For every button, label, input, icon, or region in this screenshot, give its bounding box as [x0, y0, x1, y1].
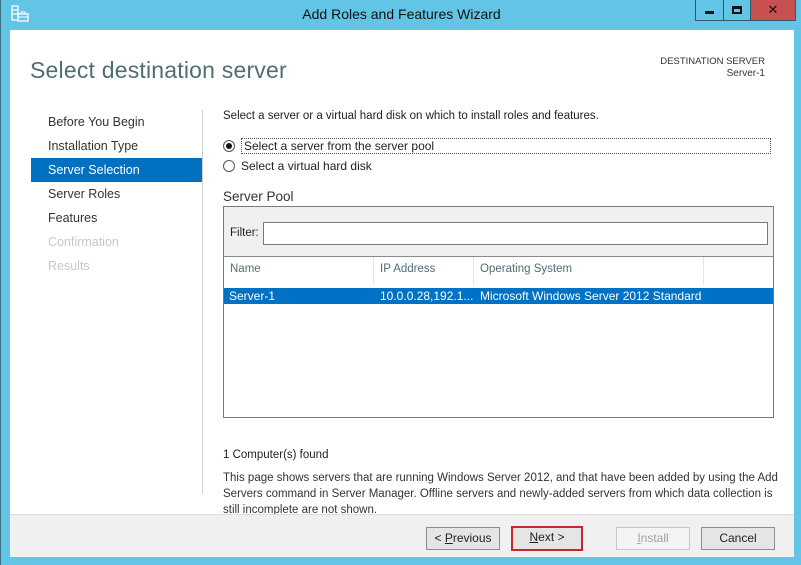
radio-virtual-hard-disk[interactable]	[223, 160, 235, 172]
filter-bar: Filter:	[224, 207, 773, 257]
column-header-empty	[704, 257, 773, 285]
close-icon: ✕	[767, 2, 779, 18]
title-bar[interactable]: Add Roles and Features Wizard ✕	[1, 0, 801, 30]
option-server-pool[interactable]: Select a server from the server pool	[223, 137, 771, 155]
radio-selected-dot	[226, 143, 232, 149]
option-virtual-hard-disk-label[interactable]: Select a virtual hard disk	[241, 159, 372, 173]
computers-found-count: 1 Computer(s) found	[223, 449, 329, 461]
maximize-icon	[732, 6, 742, 14]
previous-prefix: <	[434, 531, 445, 545]
window-title: Add Roles and Features Wizard	[302, 6, 501, 22]
minimize-icon	[705, 10, 714, 14]
previous-mnemonic: P	[444, 531, 453, 545]
cancel-button[interactable]: Cancel	[701, 527, 775, 550]
wizard-nav: Before You Begin Installation Type Serve…	[31, 110, 202, 278]
destination-server-value: Server-1	[726, 68, 765, 79]
nav-item-server-selection[interactable]: Server Selection	[31, 158, 202, 182]
nav-item-confirmation: Confirmation	[48, 235, 119, 249]
page-title: Select destination server	[30, 57, 287, 83]
nav-item-before-you-begin[interactable]: Before You Begin	[31, 110, 202, 134]
option-server-pool-label[interactable]: Select a server from the server pool	[241, 138, 771, 154]
maximize-button[interactable]	[723, 0, 751, 21]
previous-label: revious	[452, 531, 492, 545]
cell-name: Server-1	[229, 289, 276, 303]
next-mnemonic: N	[529, 530, 539, 544]
next-label: ext >	[538, 530, 565, 544]
wizard-body: Select destination server DESTINATION SE…	[10, 30, 794, 557]
next-button[interactable]: Next >	[511, 526, 583, 551]
nav-item-server-roles[interactable]: Server Roles	[31, 182, 202, 206]
grid-header: Name IP Address Operating System	[224, 257, 773, 285]
column-header-ip-address[interactable]: IP Address	[374, 257, 474, 285]
filter-input[interactable]	[263, 222, 768, 245]
previous-button[interactable]: < Previous	[426, 527, 500, 550]
cell-ip-address: 10.0.0.28,192.1...	[380, 289, 474, 303]
nav-item-installation-type[interactable]: Installation Type	[31, 134, 202, 158]
filter-label: Filter:	[230, 227, 259, 239]
intro-text: Select a server or a virtual hard disk o…	[223, 110, 599, 122]
install-button: Install	[616, 527, 690, 550]
table-row[interactable]: Server-1 10.0.0.28,192.1... Microsoft Wi…	[224, 288, 773, 304]
button-bar: < Previous Next > Install Cancel	[10, 514, 794, 557]
option-virtual-hard-disk[interactable]: Select a virtual hard disk	[223, 157, 372, 175]
server-pool-title: Server Pool	[223, 189, 294, 204]
minimize-button[interactable]	[695, 0, 724, 21]
nav-item-features[interactable]: Features	[31, 206, 202, 230]
info-note: This page shows servers that are running…	[223, 472, 778, 516]
nav-divider	[202, 110, 203, 494]
column-header-name[interactable]: Name	[224, 257, 374, 285]
install-label: nstall	[640, 531, 669, 545]
server-pool-grid: Filter: Name IP Address Operating System…	[223, 206, 774, 418]
destination-server-label: DESTINATION SERVER	[660, 56, 765, 67]
cell-operating-system: Microsoft Windows Server 2012 Standard	[480, 289, 702, 303]
nav-item-results: Results	[48, 259, 90, 273]
radio-server-pool[interactable]	[223, 140, 235, 152]
column-header-operating-system[interactable]: Operating System	[474, 257, 704, 285]
close-button[interactable]: ✕	[750, 0, 796, 21]
wizard-window: Add Roles and Features Wizard ✕ Select d…	[0, 0, 801, 565]
